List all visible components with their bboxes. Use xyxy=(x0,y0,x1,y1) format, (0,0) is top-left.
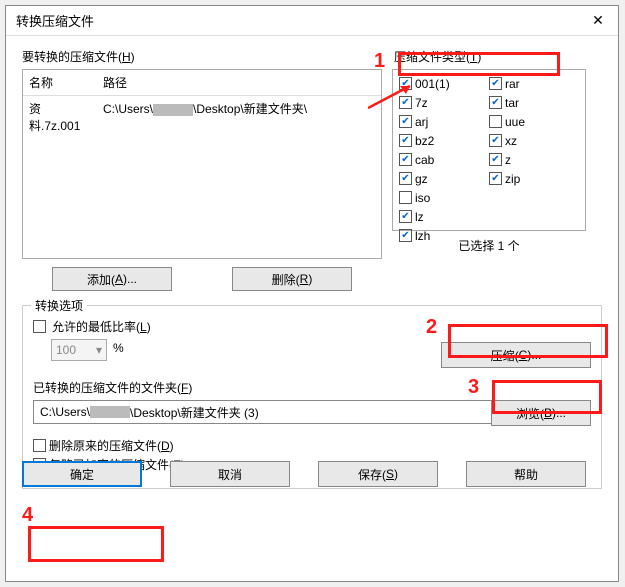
checkbox-icon[interactable] xyxy=(489,115,502,128)
checkbox-icon[interactable]: ✔ xyxy=(399,153,412,166)
type-checkbox-bz2[interactable]: ✔bz2 xyxy=(399,131,489,150)
add-button[interactable]: 添加(A)... xyxy=(52,267,172,291)
ok-button[interactable]: 确定 xyxy=(22,461,142,487)
type-checkbox-lz[interactable]: ✔lz xyxy=(399,207,489,226)
cancel-button[interactable]: 取消 xyxy=(170,461,290,487)
archive-types-label: 压缩文件类型(T) xyxy=(394,48,586,65)
type-checkbox-zip[interactable]: ✔zip xyxy=(489,169,579,188)
redacted-user2 xyxy=(90,406,130,418)
checkbox-icon[interactable]: ✔ xyxy=(399,115,412,128)
help-button[interactable]: 帮助 xyxy=(466,461,586,487)
type-checkbox-uue[interactable]: uue xyxy=(489,112,579,131)
archive-types-box: ✔001(1)✔7z✔arj✔bz2✔cab✔gziso✔lz✔lzh ✔rar… xyxy=(392,69,586,231)
files-to-convert-label: 要转换的压缩文件(H) xyxy=(22,48,382,65)
checkbox-icon[interactable]: ✔ xyxy=(399,229,412,242)
checkbox-icon[interactable]: ✔ xyxy=(489,96,502,109)
type-checkbox-7z[interactable]: ✔7z xyxy=(399,93,489,112)
delete-original-label: 删除原来的压缩文件(D) xyxy=(49,437,174,454)
options-label: 转换选项 xyxy=(31,297,87,314)
min-ratio-spinner[interactable]: 100▾ xyxy=(51,339,107,361)
col-path-header[interactable]: 路径 xyxy=(97,70,381,95)
checkbox-icon[interactable]: ✔ xyxy=(399,172,412,185)
type-checkbox-001(1)[interactable]: ✔001(1) xyxy=(399,74,489,93)
checkbox-icon[interactable]: ✔ xyxy=(489,153,502,166)
min-ratio-label: 允许的最低比率(L) xyxy=(52,318,151,335)
dialog-window: 转换压缩文件 ✕ 要转换的压缩文件(H) 名称 路径 资料.7z.001 xyxy=(5,5,619,582)
converted-folder-label: 已转换的压缩文件的文件夹(F) xyxy=(33,379,591,396)
titlebar: 转换压缩文件 ✕ xyxy=(6,6,618,36)
annotation-4-box xyxy=(28,526,164,562)
compress-button[interactable]: 压缩(C)... xyxy=(441,342,591,368)
type-checkbox-cab[interactable]: ✔cab xyxy=(399,150,489,169)
file-list[interactable]: 名称 路径 资料.7z.001 C:\Users\\Desktop\新建文件夹\ xyxy=(22,69,382,259)
checkbox-icon[interactable]: ✔ xyxy=(489,172,502,185)
delete-original-checkbox[interactable] xyxy=(33,439,46,452)
checkbox-icon[interactable] xyxy=(399,191,412,204)
checkbox-icon[interactable]: ✔ xyxy=(399,77,412,90)
type-checkbox-iso[interactable]: iso xyxy=(399,188,489,207)
browse-button[interactable]: 浏览(B)... xyxy=(491,400,591,426)
annotation-4: 4 xyxy=(22,504,33,527)
type-checkbox-tar[interactable]: ✔tar xyxy=(489,93,579,112)
checkbox-icon[interactable]: ✔ xyxy=(399,96,412,109)
checkbox-icon[interactable]: ✔ xyxy=(489,134,502,147)
type-checkbox-rar[interactable]: ✔rar xyxy=(489,74,579,93)
type-checkbox-z[interactable]: ✔z xyxy=(489,150,579,169)
type-checkbox-arj[interactable]: ✔arj xyxy=(399,112,489,131)
window-title: 转换压缩文件 xyxy=(16,11,94,30)
file-list-header: 名称 路径 xyxy=(23,70,381,96)
checkbox-icon[interactable]: ✔ xyxy=(489,77,502,90)
min-ratio-checkbox[interactable] xyxy=(33,320,46,333)
close-button[interactable]: ✕ xyxy=(578,6,618,36)
redacted-user xyxy=(153,104,193,116)
checkbox-icon[interactable]: ✔ xyxy=(399,134,412,147)
checkbox-icon[interactable]: ✔ xyxy=(399,210,412,223)
remove-button[interactable]: 删除(R) xyxy=(232,267,352,291)
type-checkbox-xz[interactable]: ✔xz xyxy=(489,131,579,150)
type-checkbox-gz[interactable]: ✔gz xyxy=(399,169,489,188)
file-row[interactable]: 资料.7z.001 C:\Users\\Desktop\新建文件夹\ xyxy=(23,96,381,138)
col-name-header[interactable]: 名称 xyxy=(23,70,97,95)
save-button[interactable]: 保存(S) xyxy=(318,461,438,487)
